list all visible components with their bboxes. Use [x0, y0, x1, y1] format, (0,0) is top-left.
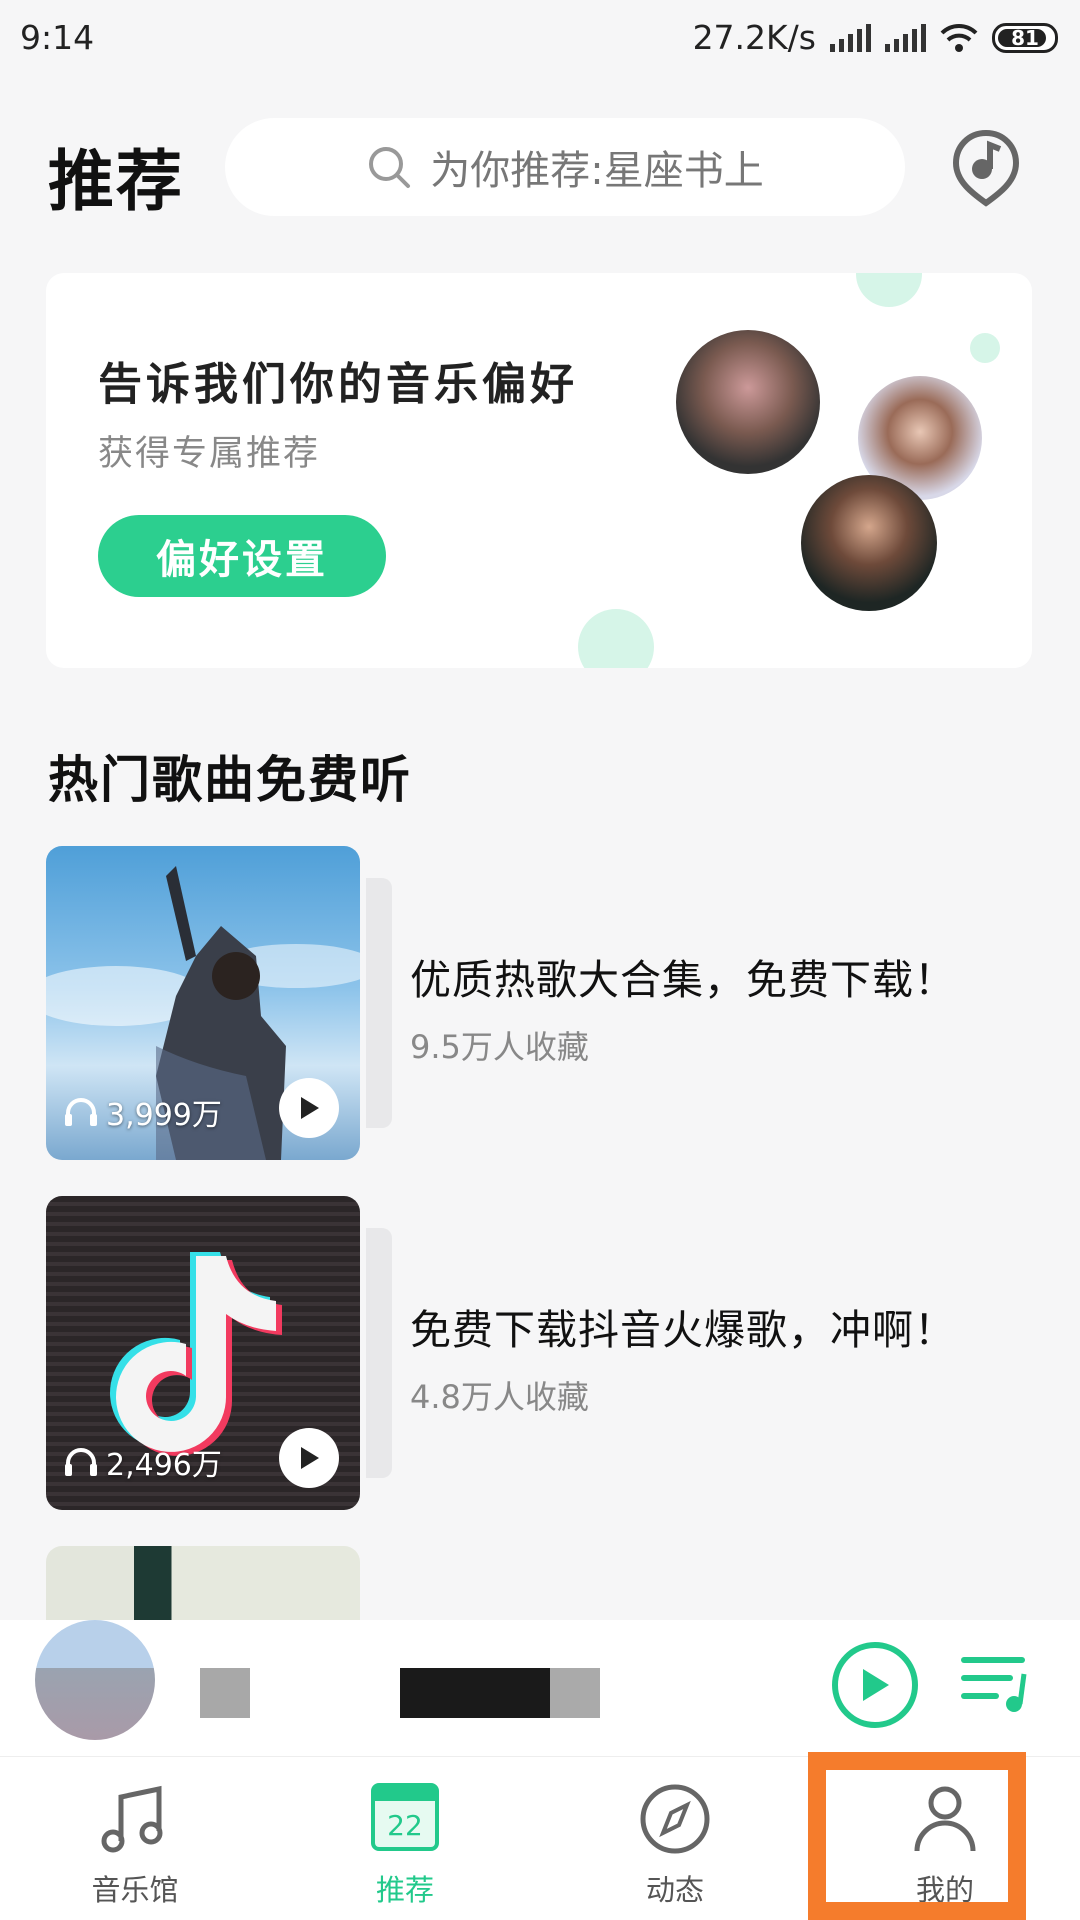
- calendar-icon: 22: [365, 1779, 445, 1859]
- tab-label: 推荐: [375, 1873, 434, 1907]
- mini-play-button[interactable]: [832, 1642, 918, 1728]
- playlist-cover[interactable]: 3,999万: [46, 846, 360, 1160]
- play-icon: [301, 1097, 319, 1119]
- tab-bar: 音乐馆 22 推荐 动态 我的: [0, 1756, 1080, 1920]
- headphones-icon: [65, 1448, 97, 1476]
- mini-player[interactable]: [0, 1620, 1080, 1756]
- cover-stack: [366, 1228, 392, 1478]
- header: 推荐 为你推荐:星座书上: [0, 110, 1080, 220]
- playlist-queue-icon[interactable]: [960, 1650, 1030, 1716]
- play-count-text: 3,999万: [106, 1098, 222, 1133]
- tab-music-hall[interactable]: 音乐馆: [0, 1757, 270, 1920]
- play-count: 2,496万: [64, 1440, 222, 1484]
- playlist-favorites: 9.5万人收藏: [410, 1028, 589, 1066]
- headphones-icon: [65, 1098, 97, 1126]
- song-title-masked: [200, 1668, 250, 1718]
- play-count-text: 2,496万: [106, 1448, 222, 1483]
- user-icon: [914, 1786, 976, 1852]
- tab-recommend[interactable]: 22 推荐: [270, 1757, 540, 1920]
- play-icon: [863, 1669, 889, 1701]
- playlist-cover[interactable]: [46, 1546, 360, 1626]
- play-count: 3,999万: [64, 1090, 222, 1134]
- tab-label: 动态: [645, 1873, 704, 1907]
- song-artist-masked: [400, 1668, 600, 1718]
- calendar-day: 22: [387, 1809, 423, 1842]
- music-recognition-icon[interactable]: [950, 127, 1022, 207]
- cover-stack: [366, 878, 392, 1128]
- decor-bubble: [578, 609, 654, 668]
- search-input[interactable]: 为你推荐:星座书上: [225, 118, 905, 216]
- play-icon: [301, 1447, 319, 1469]
- playlist-title: 优质热歌大合集，免费下载！: [410, 956, 956, 1004]
- status-bar: 9:14 27.2K/s 81: [0, 0, 1080, 75]
- artist-avatar: [676, 330, 820, 474]
- search-placeholder: 为你推荐:星座书上: [430, 148, 764, 194]
- music-note-icon: [101, 1785, 163, 1853]
- status-indicators: 27.2K/s 81: [693, 18, 1058, 57]
- tab-moments[interactable]: 动态: [540, 1757, 810, 1920]
- now-playing-cover[interactable]: [35, 1620, 155, 1740]
- artist-avatar: [801, 475, 937, 611]
- signal-icon: [885, 23, 926, 52]
- compass-icon: [640, 1784, 710, 1854]
- playlist-title: 免费下载抖音火爆歌，冲啊！: [410, 1306, 956, 1354]
- tab-mine[interactable]: 我的: [810, 1757, 1080, 1920]
- status-time: 9:14: [20, 18, 95, 57]
- play-button[interactable]: [279, 1428, 339, 1488]
- preference-subtitle: 获得专属推荐: [98, 434, 321, 474]
- battery-icon: 81: [992, 22, 1058, 53]
- tab-label: 音乐馆: [91, 1873, 179, 1907]
- section-title: 热门歌曲免费听: [48, 751, 412, 809]
- decor-bubble: [970, 333, 1000, 363]
- playlist-cover[interactable]: 2,496万: [46, 1196, 360, 1510]
- preference-settings-button[interactable]: 偏好设置: [98, 515, 386, 597]
- page-title: 推荐: [48, 143, 184, 220]
- net-speed: 27.2K/s: [692, 18, 816, 57]
- tab-label: 我的: [915, 1873, 974, 1907]
- wifi-icon: [940, 23, 978, 52]
- preference-card[interactable]: 告诉我们你的音乐偏好 获得专属推荐 偏好设置: [46, 273, 1032, 668]
- preference-title: 告诉我们你的音乐偏好: [98, 359, 578, 410]
- play-button[interactable]: [279, 1078, 339, 1138]
- decor-bubble: [856, 273, 922, 307]
- search-icon: [369, 147, 411, 188]
- playlist-item[interactable]: 3,999万 优质热歌大合集，免费下载！ 9.5万人收藏: [46, 846, 1046, 1162]
- playlist-item[interactable]: 2,496万 免费下载抖音火爆歌，冲啊！ 4.8万人收藏: [46, 1196, 1046, 1512]
- signal-icon: [830, 23, 871, 52]
- playlist-favorites: 4.8万人收藏: [410, 1378, 589, 1416]
